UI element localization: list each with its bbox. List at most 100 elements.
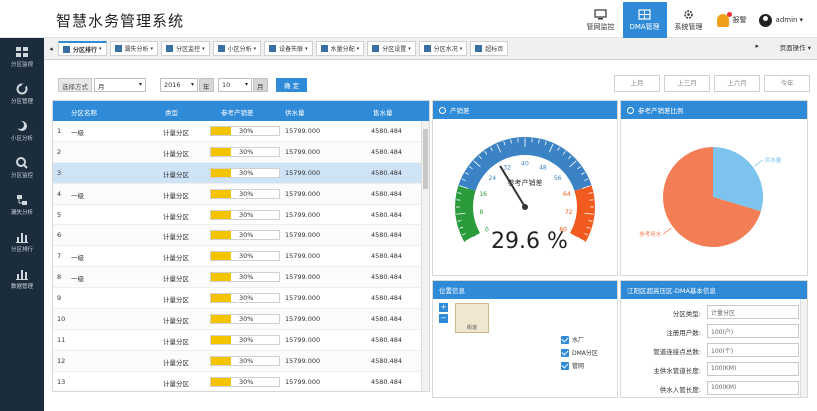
table-row[interactable]: 12 计量分区 30% 15799.000 4580.484 — [53, 350, 429, 372]
col-supply[interactable]: 供水量 — [285, 107, 305, 117]
progress-label: 30% — [239, 315, 254, 324]
month-select[interactable]: 10 ▾ — [218, 78, 252, 92]
gauge-tick-label: 0 — [485, 227, 489, 234]
sidebar: 分区监视 分区管理 小区分析 分区监控 漏失分析 分区排行 数据管理 — [0, 38, 44, 411]
tab-exceed[interactable]: 超标页 — [470, 41, 509, 56]
zoom-in-button[interactable]: + — [439, 303, 448, 312]
tab-scroll-right-icon[interactable]: ▸ — [755, 42, 759, 50]
mode-select[interactable]: 月 ▾ — [94, 78, 146, 92]
sold-cell: 4580.484 — [371, 356, 403, 365]
table-row[interactable]: 10 计量分区 30% 15799.000 4580.484 — [53, 309, 429, 330]
tab-icon — [320, 45, 328, 52]
progress-fill — [211, 377, 232, 386]
tab-device-offline[interactable]: 设备失联 ▾ — [264, 41, 313, 56]
nav-system-manage[interactable]: 系统管理 — [667, 2, 711, 38]
sidebar-item-ranking[interactable]: 分区排行 — [0, 223, 44, 260]
chevron-down-icon: ▾ — [305, 45, 308, 52]
info-label: 注册用户数: — [666, 329, 701, 337]
table-scrollbar[interactable] — [421, 121, 429, 391]
user-menu[interactable]: admin ▾ — [753, 2, 809, 38]
map-thumbnail[interactable]: 街道 — [455, 303, 489, 333]
info-label: 主供水管道长度: — [653, 367, 701, 375]
tab-label: 超标页 — [485, 46, 504, 53]
progress-fill — [211, 231, 232, 240]
tab-community-analysis[interactable]: 小区分析 ▾ — [212, 41, 262, 56]
sidebar-item-label: 分区管理 — [10, 98, 33, 105]
chevron-down-icon: ▾ — [99, 46, 102, 52]
tab-leak-analysis[interactable]: 漏失分析 ▾ — [109, 41, 159, 56]
page-actions-menu[interactable]: 页面操作 ▾ — [780, 42, 811, 52]
period-this-year-button[interactable]: 今年 — [764, 75, 810, 92]
table-row[interactable]: 4 一级 计量分区 30% 15799.000 4580.484 — [53, 183, 429, 205]
sidebar-item-manage[interactable]: 分区管理 — [0, 75, 44, 112]
layer-waterworks[interactable]: 水厂 — [561, 333, 598, 346]
checkbox[interactable] — [561, 348, 569, 357]
table-row[interactable]: 7 一级 计量分区 30% 15799.000 4580.484 — [53, 246, 429, 268]
table-row[interactable]: 3 计量分区 30% 15799.000 4580.484 — [53, 162, 429, 184]
info-scrollbar[interactable] — [800, 299, 807, 397]
month-value: 10 — [222, 81, 231, 89]
zoom-out-button[interactable]: − — [439, 314, 448, 323]
col-sold[interactable]: 售水量 — [373, 107, 393, 117]
tab-scroll-left-icon[interactable]: ◂ — [44, 45, 58, 53]
sold-cell: 4580.484 — [371, 335, 403, 344]
tab-zone-monitor[interactable]: 分区监控 ▾ — [161, 41, 210, 56]
period-last-6-months-button[interactable]: 上六月 — [714, 75, 760, 92]
tab-zone-ranking[interactable]: 分区排行 ▾ — [58, 41, 107, 56]
sidebar-item-leak[interactable]: 漏失分析 — [0, 186, 44, 223]
table-row[interactable]: 2 计量分区 30% 15799.000 4580.484 — [53, 141, 429, 163]
confirm-button[interactable]: 确 定 — [276, 78, 308, 92]
user-icon — [758, 13, 772, 27]
loss-progress-bar: 30% — [210, 126, 280, 136]
col-ref-loss[interactable]: 参考产销差 — [221, 107, 254, 117]
info-value: 计量分区 — [707, 305, 799, 319]
layer-dma-zone[interactable]: DMA分区 — [561, 346, 598, 359]
sidebar-item-community[interactable]: 小区分析 — [0, 112, 44, 149]
info-value: 100(个) — [707, 343, 799, 357]
table-row[interactable]: 11 计量分区 30% 15799.000 4580.484 — [53, 330, 429, 351]
layer-list: 水厂 DMA分区 管网 — [561, 333, 598, 372]
type-cell: 计量分区 — [163, 317, 189, 326]
row-number: 13 — [57, 377, 66, 386]
sidebar-item-data[interactable]: 数据管理 — [0, 260, 44, 297]
table-row[interactable]: 9 计量分区 30% 15799.000 4580.484 — [53, 288, 429, 310]
nav-pipe-monitor[interactable]: 管网监控 — [579, 2, 623, 38]
sold-cell: 4580.484 — [371, 210, 403, 219]
table-row[interactable]: 6 计量分区 30% 15799.000 4580.484 — [53, 225, 429, 247]
checkbox[interactable] — [561, 335, 569, 344]
chart-bar-icon — [16, 232, 28, 243]
loss-progress-bar: 30% — [210, 146, 280, 157]
progress-label: 30% — [239, 335, 254, 344]
grid-icon — [638, 8, 651, 20]
tab-zone-water[interactable]: 分区水况 ▾ — [418, 41, 468, 56]
table-row[interactable]: 8 一级 计量分区 30% 15799.000 4580.484 — [53, 267, 429, 289]
col-type[interactable]: 类型 — [165, 107, 178, 117]
alarm-button[interactable]: 报警 — [711, 2, 753, 38]
location-panel-title: 位置信息 — [439, 287, 465, 295]
type-cell: 计量分区 — [163, 170, 189, 179]
nav-dma-manage[interactable]: DMA管理 — [622, 2, 667, 38]
sidebar-item-monitor[interactable]: 分区监视 — [0, 38, 44, 75]
progress-label: 30% — [239, 356, 254, 365]
sidebar-item-zone-monitor[interactable]: 分区监控 — [0, 149, 44, 186]
period-last-3-months-button[interactable]: 上三月 — [664, 75, 710, 92]
dma-info-panel: 江阳区超高压区-DMA基本信息 分区类型: 计量分区 注册用户数: 100(户) 管… — [620, 280, 808, 398]
tab-zone-settings[interactable]: 分区设置 ▾ — [367, 41, 416, 56]
table-row[interactable]: 13 计量分区 30% 15799.000 4580.484 — [53, 372, 429, 391]
sidebar-item-label: 漏失分析 — [10, 209, 33, 216]
table-row[interactable]: 5 计量分区 30% 15799.000 4580.484 — [53, 205, 429, 226]
checkbox[interactable] — [561, 361, 569, 370]
col-zone-name[interactable]: 分区名称 — [71, 107, 97, 117]
scrollbar-thumb[interactable] — [423, 129, 428, 189]
progress-fill — [211, 168, 232, 177]
period-last-month-button[interactable]: 上月 — [614, 75, 660, 92]
progress-label: 30% — [239, 127, 254, 135]
layer-pipe-network[interactable]: 管网 — [561, 359, 598, 372]
tab-water-allocation[interactable]: 水量分配 ▾ — [315, 41, 365, 56]
table-header: 分区名称 类型 参考产销差 供水量 售水量 — [53, 101, 429, 121]
nav-label: 管网监控 — [586, 22, 615, 31]
table-row[interactable]: 1 一级 计量分区 30% 15799.000 4580.484 — [53, 121, 429, 142]
year-select[interactable]: 2016 ▾ — [160, 78, 198, 92]
loss-progress-bar: 30% — [210, 167, 280, 178]
zone-name-cell: 一级 — [71, 129, 84, 137]
